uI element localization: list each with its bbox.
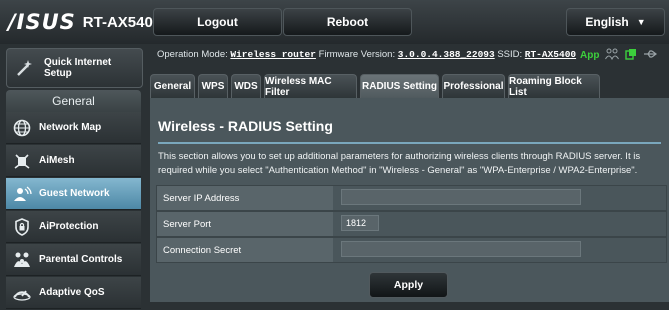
sidebar-item-label: Network Map [39, 122, 102, 133]
usb-icon[interactable] [643, 49, 658, 62]
users-icon[interactable] [605, 48, 620, 63]
sidebar-item-label: Guest Network [39, 188, 110, 199]
tab-radius-setting[interactable]: RADIUS Setting [360, 74, 439, 98]
tab-wds[interactable]: WDS [231, 74, 261, 98]
quick-internet-setup-button[interactable]: Quick Internet Setup [6, 48, 143, 88]
globe-icon [11, 117, 33, 139]
sidebar-item-network-map[interactable]: Network Map [6, 112, 141, 144]
logout-button[interactable]: Logout [153, 8, 282, 36]
connection-secret-cell [333, 238, 666, 262]
server-port-label: Server Port [157, 212, 333, 236]
sidebar: Quick Internet Setup General Network Map… [0, 44, 147, 309]
sidebar-item-label: Adaptive QoS [39, 287, 105, 298]
page-description: This section allows you to set up additi… [158, 151, 641, 176]
op-mode-link[interactable]: Wireless router [230, 49, 316, 60]
status-icons: App [580, 48, 658, 63]
wand-icon [14, 57, 36, 79]
lock-icon [11, 216, 33, 238]
server-ip-cell [333, 186, 666, 210]
sidebar-item-guest-network[interactable]: Guest Network [6, 178, 141, 210]
tab-wireless-mac-filter[interactable]: Wireless MAC Filter [264, 74, 357, 98]
tab-roaming-block-list[interactable]: Roaming Block List [508, 74, 600, 98]
aimesh-icon [11, 150, 33, 172]
title-divider [158, 142, 661, 144]
language-label: English [585, 15, 629, 29]
server-port-input[interactable] [341, 215, 379, 231]
ssid-link[interactable]: RT-AX5400 [525, 49, 576, 60]
table-row: Server Port [156, 211, 667, 237]
server-ip-label: Server IP Address [157, 186, 333, 210]
tab-bar: General WPS WDS Wireless MAC Filter RADI… [150, 74, 600, 98]
server-port-cell [333, 212, 666, 236]
firmware-link[interactable]: 3.0.0.4.388_22093 [398, 49, 495, 60]
gauge-icon [11, 282, 33, 304]
sidebar-item-adaptive-qos[interactable]: Adaptive QoS [6, 277, 141, 309]
sidebar-item-aimesh[interactable]: AiMesh [6, 145, 141, 177]
top-bar: /ISUS RT-AX5400 Logout Reboot English ▼ [0, 0, 669, 44]
table-row: Connection Secret [156, 237, 667, 263]
server-ip-input[interactable] [341, 189, 581, 205]
sidebar-item-label: Parental Controls [39, 254, 123, 265]
app-link[interactable]: App [580, 50, 599, 61]
radius-settings-table: Server IP Address Server Port Connection… [156, 185, 667, 263]
table-row: Server IP Address [156, 185, 667, 211]
quick-setup-label: Quick Internet Setup [44, 57, 112, 79]
connection-secret-label: Connection Secret [157, 238, 333, 262]
guest-network-icon [11, 183, 33, 205]
sidebar-item-label: AiProtection [39, 221, 99, 232]
sidebar-section-title: General [6, 90, 141, 112]
connection-secret-input[interactable] [341, 241, 581, 257]
language-select[interactable]: English ▼ [566, 8, 665, 36]
sidebar-menu: Network Map AiMesh Guest Network AiProte… [6, 112, 141, 310]
asus-logo: /ISUS RT-AX5400 [8, 10, 162, 34]
ssid-label: SSID: [497, 49, 523, 60]
reboot-button[interactable]: Reboot [283, 8, 412, 36]
firmware-label: Firmware Version: [318, 49, 396, 60]
family-icon [11, 249, 33, 271]
tab-wps[interactable]: WPS [198, 74, 228, 98]
sidebar-item-parental-controls[interactable]: Parental Controls [6, 244, 141, 276]
copy-icon[interactable] [625, 48, 637, 63]
apply-button[interactable]: Apply [369, 272, 448, 298]
page-title: Wireless - RADIUS Setting [158, 118, 333, 134]
model-name: RT-AX5400 [82, 13, 162, 31]
tab-general[interactable]: General [150, 74, 195, 98]
op-mode-label: Operation Mode: [157, 49, 228, 60]
tab-professional[interactable]: Professional [442, 74, 505, 98]
content-panel: Wireless - RADIUS Setting This section a… [150, 98, 669, 302]
chevron-down-icon: ▼ [636, 17, 646, 27]
sidebar-item-label: AiMesh [39, 155, 75, 166]
brand-logo: /ISUS [8, 10, 76, 34]
sidebar-item-aiprotection[interactable]: AiProtection [6, 211, 141, 243]
